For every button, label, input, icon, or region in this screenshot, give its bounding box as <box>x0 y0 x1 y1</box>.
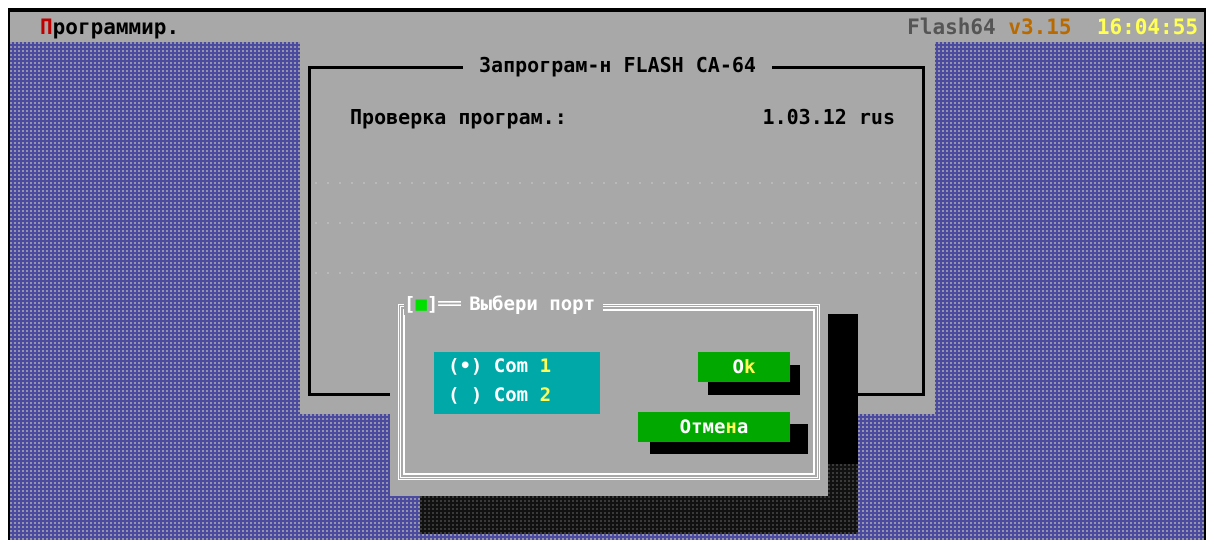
menu-programmer-label: рограммир. <box>52 15 180 39</box>
select-port-dialog: [■]══ Выбери порт (•) Com 1 ( ) Com 2 Ok … <box>390 286 828 496</box>
menu-programmer-hotkey: П <box>40 15 53 39</box>
status-area: Flash64 v3.15 16:04:55 <box>907 12 1198 42</box>
close-icon: ■ <box>415 293 427 315</box>
radio-number: 1 <box>539 355 552 377</box>
port-dialog-titlebar: [■]══ Выбери порт <box>404 290 604 318</box>
ok-label-pre: O <box>732 356 744 378</box>
dialog-title: Запрограм-н FLASH CA-64 <box>300 50 935 80</box>
cancel-label-post: а <box>736 416 749 438</box>
ok-button[interactable]: Ok <box>698 352 790 382</box>
radio-marker: ( ) <box>448 384 483 406</box>
radio-com1[interactable]: (•) Com 1 <box>434 352 600 381</box>
radio-label: Com <box>493 384 529 406</box>
menu-bar: Программир. Flash64 v3.15 16:04:55 <box>10 12 1204 42</box>
cancel-hotkey: н <box>725 416 737 438</box>
version-label: v3.15 <box>1008 15 1072 39</box>
ok-hotkey: k <box>744 356 756 378</box>
radio-number: 2 <box>539 384 552 406</box>
radio-label: Com <box>493 355 529 377</box>
port-radio-group: (•) Com 1 ( ) Com 2 <box>434 352 600 414</box>
verify-row: Проверка програм.: 1.03.12 rus <box>350 102 895 132</box>
radio-com2[interactable]: ( ) Com 2 <box>434 381 600 410</box>
close-bracket-end: ]══ <box>426 293 462 315</box>
radio-marker: (•) <box>448 355 483 377</box>
clock: 16:04:55 <box>1096 15 1198 39</box>
cancel-button[interactable]: Отмена <box>638 412 790 442</box>
verify-value: 1.03.12 rus <box>762 105 895 129</box>
verify-label: Проверка програм.: <box>350 105 567 129</box>
divider <box>310 222 920 224</box>
close-bracket-open: [ <box>404 293 416 315</box>
port-dialog-title: Выбери порт <box>461 293 604 315</box>
menu-programmer[interactable]: Программир. <box>40 12 179 42</box>
dialog-title-text: Запрограм-н FLASH CA-64 <box>463 53 772 77</box>
close-button[interactable]: [■]══ <box>404 293 462 315</box>
program-name: Flash64 <box>907 15 996 39</box>
divider <box>310 272 920 274</box>
cancel-label-pre: Отме <box>679 416 726 438</box>
divider <box>310 182 920 184</box>
dos-screen: Программир. Flash64 v3.15 16:04:55 Запро… <box>8 8 1206 540</box>
